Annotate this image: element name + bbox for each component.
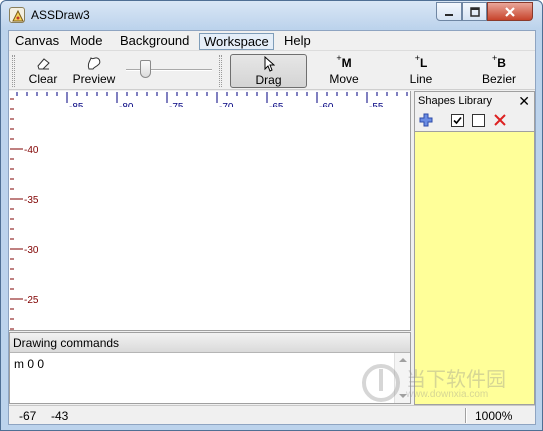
clear-button[interactable]: Clear <box>25 54 61 88</box>
toolbar-grip-2[interactable] <box>219 55 222 87</box>
close-button[interactable] <box>487 2 533 21</box>
h-ruler-label: -55 <box>369 102 384 107</box>
line-button[interactable]: + L Line <box>401 53 441 88</box>
menu-mode[interactable]: Mode <box>66 33 107 50</box>
drawing-canvas[interactable]: -85-80-75-70-65-60-55 -40-35-30-25-20 <box>9 91 411 331</box>
v-ruler-label: -30 <box>24 245 39 256</box>
shapes-toolbar <box>415 111 534 130</box>
minimize-button[interactable] <box>436 2 462 21</box>
menu-workspace[interactable]: Workspace <box>199 33 274 50</box>
zoom-slider-track[interactable] <box>126 69 212 71</box>
drawing-commands-text[interactable]: m 0 0 <box>14 357 44 371</box>
toolbar-grip[interactable] <box>12 55 15 87</box>
checkbox-empty-icon <box>471 113 485 127</box>
preview-icon <box>87 57 101 70</box>
line-icon: + L <box>414 53 428 70</box>
delete-shape-button[interactable] <box>492 112 508 128</box>
preview-label: Preview <box>72 72 116 86</box>
watermark-brand: 当下软件园 <box>406 367 506 391</box>
h-ruler-label: -60 <box>319 102 334 107</box>
minimize-icon <box>445 13 453 16</box>
checkbox-checked-icon <box>450 113 464 127</box>
menu-bar: Canvas Mode Background Workspace Help <box>9 31 535 51</box>
vertical-ruler: -40-35-30-25-20 <box>10 98 39 330</box>
shapes-library-panel: Shapes Library ✕ <box>414 91 535 405</box>
menu-help[interactable]: Help <box>280 33 315 50</box>
bezier-icon: + B <box>492 53 506 70</box>
move-label: Move <box>329 72 359 86</box>
status-y: -43 <box>51 409 69 423</box>
watermark: 当下软件园 www.downxia.com <box>361 361 531 411</box>
bezier-label: Bezier <box>481 72 516 86</box>
add-shape-button[interactable] <box>418 112 434 128</box>
delete-x-icon <box>494 114 506 126</box>
maximize-button[interactable] <box>462 2 487 21</box>
plus-icon <box>419 113 433 127</box>
status-x: -67 <box>19 409 37 423</box>
h-ruler-label: -80 <box>119 102 134 107</box>
app-window: ASSDraw3 Canvas Mode Background Workspac… <box>0 0 543 431</box>
h-ruler-label: -70 <box>219 102 234 107</box>
bezier-button[interactable]: + B Bezier <box>474 53 524 88</box>
title-bar[interactable]: ASSDraw3 <box>1 1 542 29</box>
v-ruler-label: -35 <box>24 195 39 206</box>
drag-button[interactable]: Drag <box>230 54 307 88</box>
zoom-slider-thumb[interactable] <box>140 60 151 78</box>
v-ruler-label: -25 <box>24 295 39 306</box>
close-icon <box>505 6 515 17</box>
drawing-commands-panel: Drawing commands m 0 0 <box>9 332 411 404</box>
app-icon <box>9 7 25 23</box>
cursor-arrow-icon <box>264 56 275 72</box>
window-title: ASSDraw3 <box>31 8 90 22</box>
select-all-button[interactable] <box>449 112 465 128</box>
h-ruler-label: -75 <box>169 102 184 107</box>
maximize-icon <box>469 6 480 17</box>
menu-background[interactable]: Background <box>116 33 193 50</box>
line-glyph: L <box>419 56 428 70</box>
select-none-button[interactable] <box>470 112 486 128</box>
watermark-url: www.downxia.com <box>406 389 489 400</box>
drag-label: Drag <box>255 73 282 87</box>
clear-label: Clear <box>28 72 58 86</box>
shapes-library-title: Shapes Library <box>418 95 492 107</box>
watermark-logo-icon <box>362 364 400 402</box>
eraser-icon <box>37 58 50 70</box>
menu-canvas[interactable]: Canvas <box>11 33 63 50</box>
shapes-library-close-icon[interactable]: ✕ <box>518 93 530 109</box>
preview-button[interactable]: Preview <box>69 54 119 88</box>
status-zoom: 1000% <box>475 409 513 423</box>
drawing-commands-header: Drawing commands <box>10 333 410 353</box>
bezier-glyph: B <box>497 56 506 70</box>
move-glyph: M <box>341 56 352 70</box>
horizontal-ruler: -85 -80 -75 -70 -65 -60 -55 <box>16 92 408 107</box>
h-ruler-label: -65 <box>269 102 284 107</box>
v-ruler-label: -40 <box>24 145 39 156</box>
h-ruler-label: -85 <box>69 102 84 107</box>
move-icon: + M <box>336 53 352 70</box>
line-label: Line <box>409 72 433 86</box>
toolbar: Clear Preview Drag + M Move + L Line + B… <box>9 52 535 90</box>
move-button[interactable]: + M Move <box>319 53 369 88</box>
